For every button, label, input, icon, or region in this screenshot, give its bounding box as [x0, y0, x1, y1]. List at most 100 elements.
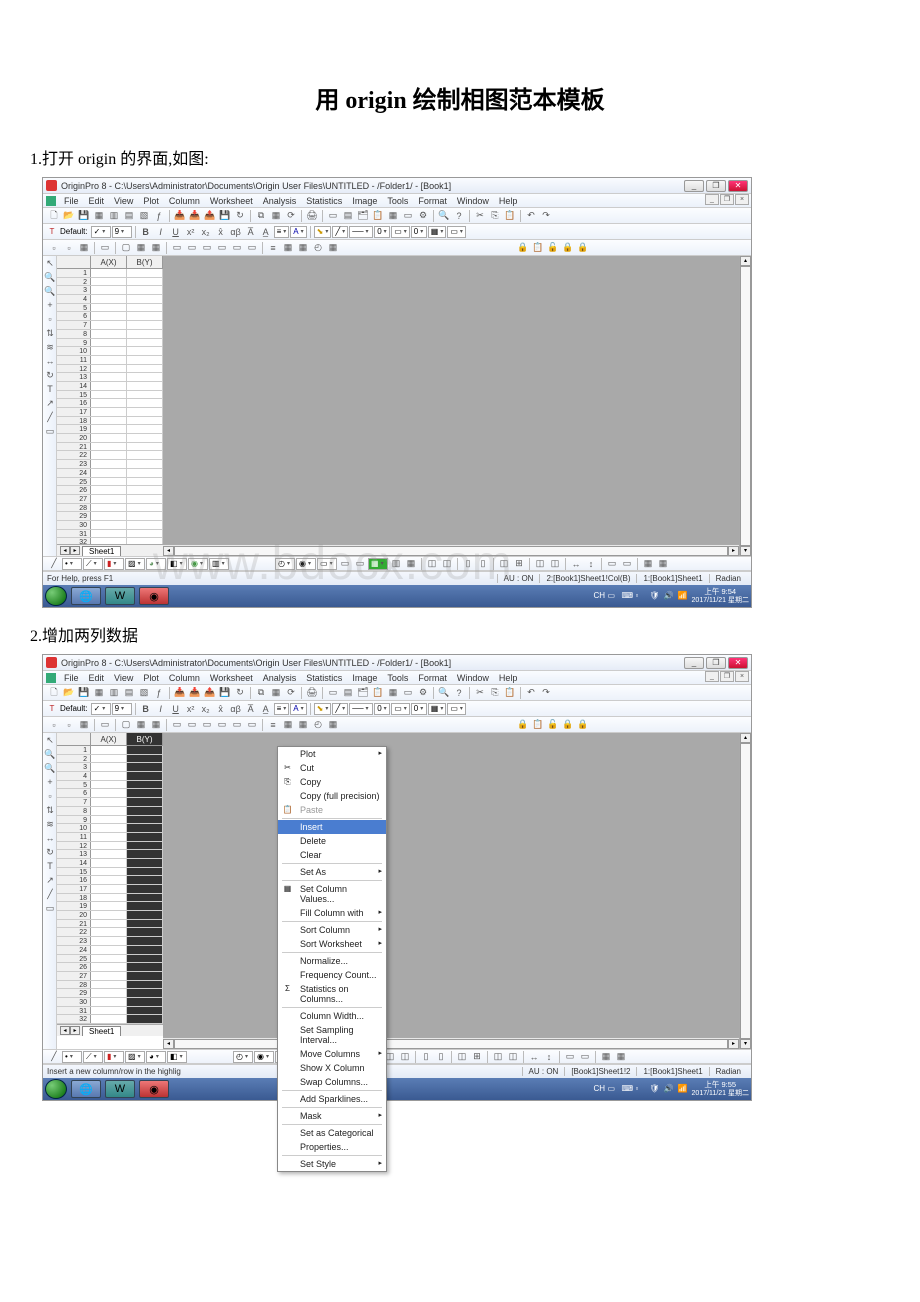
- add-column-icon[interactable]: ▤: [341, 686, 355, 699]
- tray-lang-icon[interactable]: CH: [594, 1084, 605, 1095]
- ls-plot-combo[interactable]: ⟋: [83, 1051, 103, 1063]
- 3d-plot-combo[interactable]: ◧: [167, 1051, 187, 1063]
- subscript-icon[interactable]: x₂: [199, 225, 213, 238]
- paste-icon[interactable]: 📋: [503, 686, 517, 699]
- cell[interactable]: [91, 451, 127, 459]
- row-header[interactable]: 24: [57, 469, 91, 477]
- table-row[interactable]: 31: [57, 530, 163, 539]
- print-icon[interactable]: 🖨: [305, 686, 319, 699]
- tray-kbd-icon[interactable]: ⌨: [622, 591, 633, 602]
- cell[interactable]: [91, 478, 127, 486]
- row-header[interactable]: 14: [57, 382, 91, 390]
- row-header[interactable]: 28: [57, 504, 91, 512]
- doc-restore-button[interactable]: ❐: [720, 671, 734, 682]
- t7-icon[interactable]: ▦: [149, 718, 163, 731]
- menu-help[interactable]: Help: [494, 673, 523, 683]
- cell[interactable]: [91, 842, 127, 850]
- text-tool-icon[interactable]: T: [44, 860, 56, 872]
- table-row[interactable]: 26: [57, 486, 163, 495]
- cut-icon[interactable]: ✂: [473, 686, 487, 699]
- tray-lang-icon[interactable]: CH: [594, 591, 605, 602]
- row-header[interactable]: 22: [57, 928, 91, 936]
- pointer-tool-icon[interactable]: ↖: [44, 734, 56, 746]
- doc-close-button[interactable]: ×: [735, 194, 749, 205]
- g9-icon[interactable]: ↔: [569, 557, 583, 570]
- cell[interactable]: [91, 789, 127, 797]
- cell[interactable]: [127, 460, 163, 468]
- menu-plot[interactable]: Plot: [138, 196, 164, 206]
- cell[interactable]: [91, 816, 127, 824]
- mask-tool-icon[interactable]: ▫: [44, 313, 56, 325]
- cell[interactable]: [127, 1007, 163, 1015]
- cell[interactable]: [91, 512, 127, 520]
- cell[interactable]: [91, 504, 127, 512]
- cell[interactable]: [127, 530, 163, 538]
- project-explorer-icon[interactable]: 🗂: [356, 686, 370, 699]
- maximize-button[interactable]: ❐: [706, 657, 726, 669]
- menu-view[interactable]: View: [109, 673, 138, 683]
- row-header[interactable]: 6: [57, 789, 91, 797]
- cell[interactable]: [127, 347, 163, 355]
- doc-close-button[interactable]: ×: [735, 671, 749, 682]
- dash-combo[interactable]: ──: [349, 703, 373, 715]
- range-tool-icon[interactable]: ↔: [44, 355, 56, 367]
- table-row[interactable]: 17: [57, 408, 163, 417]
- line-tool-icon[interactable]: ╱: [44, 888, 56, 900]
- cell[interactable]: [91, 530, 127, 538]
- table-row[interactable]: 20: [57, 434, 163, 443]
- menu-item-delete[interactable]: Delete: [278, 834, 386, 848]
- t3-icon[interactable]: ▦: [77, 241, 91, 254]
- row-header[interactable]: 23: [57, 937, 91, 945]
- table-row[interactable]: 9: [57, 816, 163, 825]
- t13-icon[interactable]: ▭: [245, 718, 259, 731]
- row-header[interactable]: 3: [57, 763, 91, 771]
- bb8-icon[interactable]: ▦: [404, 557, 418, 570]
- menu-format[interactable]: Format: [413, 673, 452, 683]
- table-row[interactable]: 21: [57, 920, 163, 929]
- table-row[interactable]: 2: [57, 755, 163, 764]
- menu-statistics[interactable]: Statistics: [301, 673, 347, 683]
- row-header[interactable]: 15: [57, 868, 91, 876]
- table-row[interactable]: 28: [57, 981, 163, 990]
- redo-icon[interactable]: ↷: [539, 209, 553, 222]
- menu-item-move-columns[interactable]: Move Columns▸: [278, 1047, 386, 1061]
- t14-icon[interactable]: ≡: [266, 241, 280, 254]
- row-header[interactable]: 19: [57, 425, 91, 433]
- mask-tool-icon[interactable]: ▫: [44, 790, 56, 802]
- row-header[interactable]: 7: [57, 321, 91, 329]
- cell[interactable]: [127, 824, 163, 832]
- table-row[interactable]: 2: [57, 278, 163, 287]
- table-row[interactable]: 25: [57, 955, 163, 964]
- cell[interactable]: [127, 781, 163, 789]
- lock2-icon[interactable]: 🔓: [546, 241, 560, 254]
- start-button[interactable]: [45, 586, 67, 606]
- pointer-tool-icon[interactable]: ↖: [44, 257, 56, 269]
- cell[interactable]: [127, 365, 163, 373]
- new-excel-icon[interactable]: ▥: [107, 686, 121, 699]
- menu-item-set-as[interactable]: Set As▸: [278, 865, 386, 879]
- cell[interactable]: [127, 1015, 163, 1023]
- t10-icon[interactable]: ▭: [200, 241, 214, 254]
- t17-icon[interactable]: ◴: [311, 718, 325, 731]
- decrease-font-icon[interactable]: A̲: [259, 225, 273, 238]
- cell[interactable]: [127, 946, 163, 954]
- cell[interactable]: [91, 902, 127, 910]
- cell[interactable]: [91, 321, 127, 329]
- task-origin[interactable]: ◉: [139, 587, 169, 605]
- cell[interactable]: [91, 824, 127, 832]
- line-style-combo[interactable]: ⬊: [314, 226, 332, 238]
- data-selector-icon[interactable]: +: [44, 299, 56, 311]
- fill-combo[interactable]: ▭: [391, 226, 410, 238]
- t16-icon[interactable]: ▦: [296, 241, 310, 254]
- open-icon[interactable]: 📂: [62, 209, 76, 222]
- h-scrollbar[interactable]: ◂▸: [163, 544, 739, 556]
- cut-icon[interactable]: ✂: [473, 209, 487, 222]
- cell[interactable]: [127, 521, 163, 529]
- arrow-tool-icon[interactable]: ↗: [44, 397, 56, 409]
- g12-icon[interactable]: ▭: [578, 1050, 592, 1063]
- cell[interactable]: [127, 391, 163, 399]
- menu-item-properties[interactable]: Properties...: [278, 1140, 386, 1154]
- sheet-prev-button[interactable]: ◂: [60, 1026, 70, 1035]
- menu-window[interactable]: Window: [452, 673, 494, 683]
- cell[interactable]: [91, 295, 127, 303]
